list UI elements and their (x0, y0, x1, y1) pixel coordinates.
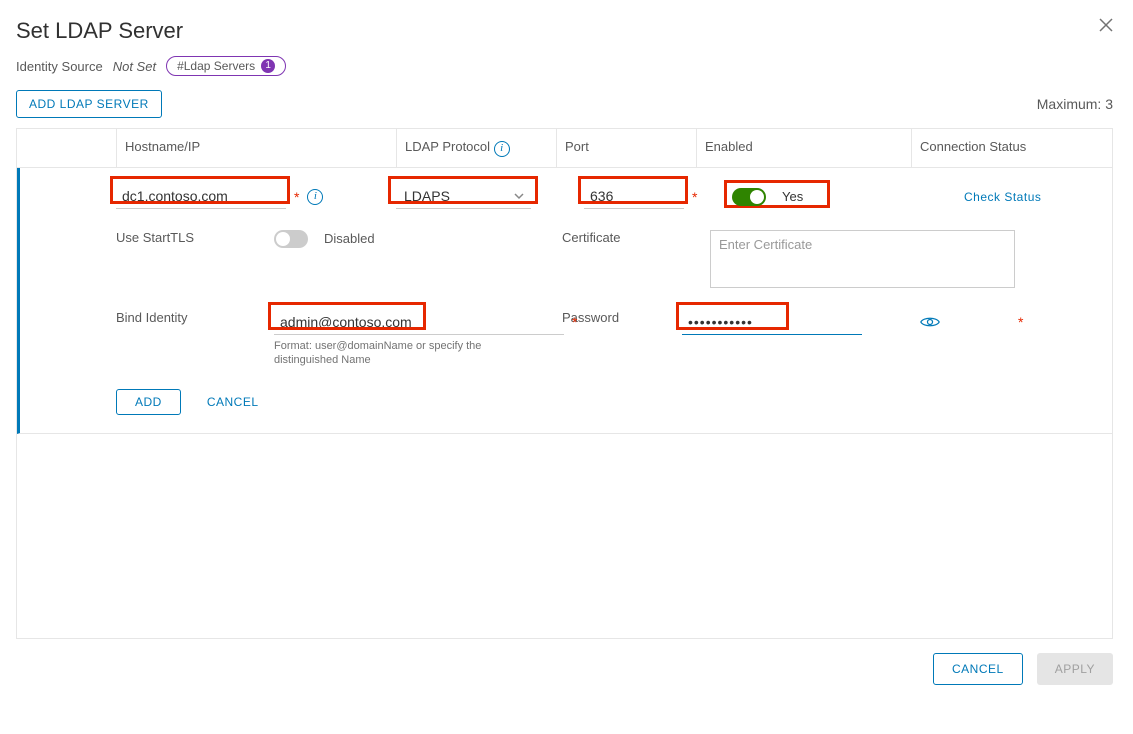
required-marker: * (1018, 314, 1023, 330)
check-status-button[interactable]: Check Status (960, 184, 1045, 210)
bind-identity-hint: Format: user@domainName or specify the d… (274, 339, 524, 368)
add-ldap-server-button[interactable]: ADD LDAP SERVER (16, 90, 162, 118)
eye-icon[interactable] (920, 315, 940, 329)
row-actions: ADD CANCEL (116, 389, 1096, 415)
enabled-toggle-label: Yes (782, 189, 803, 204)
password-input[interactable] (682, 310, 862, 335)
certificate-textarea[interactable] (710, 230, 1015, 288)
modal-header: Set LDAP Server (16, 18, 1113, 56)
certificate-label: Certificate (562, 230, 682, 245)
grid-body: * i LDAPS (17, 168, 1112, 638)
identity-source-status: Not Set (113, 59, 156, 74)
protocol-field: LDAPS (396, 184, 556, 209)
apply-button: APPLY (1037, 653, 1113, 685)
col-enabled: Enabled (697, 129, 912, 167)
port-input[interactable] (584, 184, 684, 209)
starttls-label: Use StartTLS (116, 230, 236, 245)
modal-title: Set LDAP Server (16, 18, 183, 44)
col-hostname: Hostname/IP (117, 129, 397, 167)
col-connection-status: Connection Status (912, 129, 1112, 167)
col-spacer (17, 129, 117, 167)
bind-identity-input[interactable] (274, 310, 564, 335)
hostname-field: * i (116, 184, 338, 209)
subtitle-row: Identity Source Not Set #Ldap Servers 1 (16, 56, 1113, 76)
row-add-button[interactable]: ADD (116, 389, 181, 415)
col-protocol-label: LDAP Protocol (405, 139, 490, 154)
starttls-toggle-label: Disabled (324, 231, 375, 246)
certificate-field (710, 230, 1015, 288)
info-icon[interactable]: i (494, 141, 510, 157)
close-icon[interactable] (1099, 18, 1113, 32)
identity-source-label: Identity Source (16, 59, 103, 74)
chip-count-badge: 1 (261, 59, 275, 73)
check-status-field: Check Status (960, 184, 1045, 210)
form-line-2: Use StartTLS Disabled Certificate (116, 230, 1096, 288)
bind-identity-label: Bind Identity (116, 310, 236, 325)
grid-header: Hostname/IP LDAP Protocol i Port Enabled… (17, 129, 1112, 168)
cancel-button[interactable]: CANCEL (933, 653, 1023, 685)
starttls-field: Disabled (274, 230, 534, 248)
required-marker: * (692, 189, 697, 205)
form-line-3: Bind Identity * Format: user@domainName … (116, 310, 1096, 368)
form-line-1: * i LDAPS (116, 184, 1096, 210)
hostname-input[interactable] (116, 184, 286, 209)
row-cancel-button[interactable]: CANCEL (203, 389, 263, 415)
password-field: * (682, 310, 1023, 335)
protocol-select[interactable]: LDAPS (396, 184, 531, 209)
ldap-servers-grid: Hostname/IP LDAP Protocol i Port Enabled… (16, 128, 1113, 639)
col-protocol: LDAP Protocol i (397, 129, 557, 167)
port-field: * (584, 184, 704, 209)
info-icon[interactable]: i (307, 189, 323, 205)
enabled-field: Yes (732, 188, 862, 206)
bind-identity-field: * (274, 310, 594, 335)
toolbar-row: ADD LDAP SERVER Maximum: 3 (16, 90, 1113, 118)
required-marker: * (572, 314, 577, 330)
enabled-toggle[interactable] (732, 188, 766, 206)
modal-footer: CANCEL APPLY (16, 653, 1113, 685)
starttls-toggle[interactable] (274, 230, 308, 248)
ldap-server-edit-row: * i LDAPS (17, 168, 1112, 435)
col-port: Port (557, 129, 697, 167)
ldap-servers-chip[interactable]: #Ldap Servers 1 (166, 56, 286, 76)
maximum-label: Maximum: 3 (1037, 96, 1113, 112)
chip-label: #Ldap Servers (177, 59, 255, 73)
required-marker: * (294, 189, 299, 205)
set-ldap-server-modal: Set LDAP Server Identity Source Not Set … (0, 0, 1133, 709)
